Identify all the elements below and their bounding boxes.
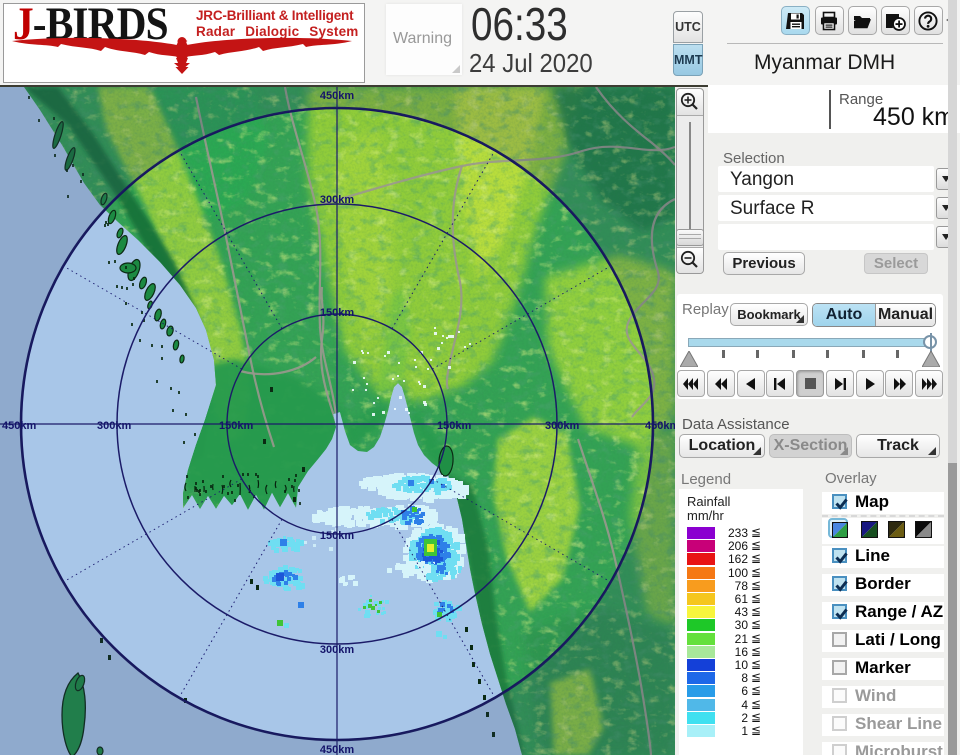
svg-text:150km: 150km <box>320 530 354 542</box>
svg-text:150km: 150km <box>219 420 253 432</box>
svg-text:450km: 450km <box>320 744 354 755</box>
svg-text:300km: 300km <box>97 420 131 432</box>
svg-text:450km: 450km <box>320 90 354 102</box>
svg-text:300km: 300km <box>320 644 354 656</box>
svg-text:150km: 150km <box>437 420 471 432</box>
svg-text:450km: 450km <box>2 420 36 432</box>
svg-text:300km: 300km <box>545 420 579 432</box>
svg-text:300km: 300km <box>320 194 354 206</box>
svg-text:450km: 450km <box>645 420 675 432</box>
svg-text:150km: 150km <box>320 307 354 319</box>
